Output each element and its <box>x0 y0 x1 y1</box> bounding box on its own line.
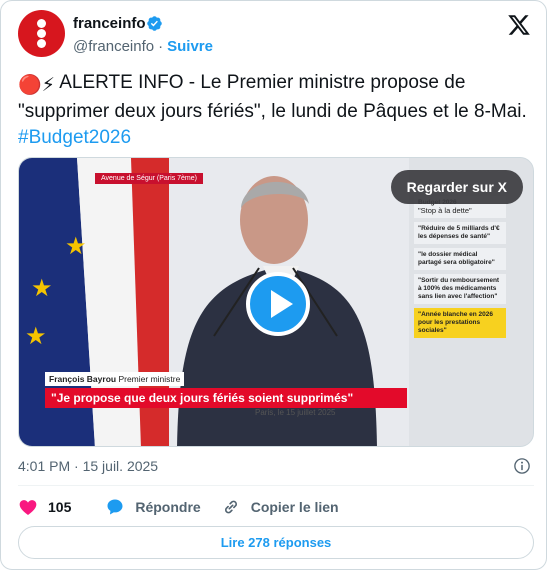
quote-banner: "Je propose que deux jours fériés soient… <box>45 388 407 408</box>
avatar[interactable] <box>18 10 65 57</box>
speaker-caption: François Bayrou Premier ministre <box>45 372 185 386</box>
alert-emoji-icon: 🔴⚡ <box>18 75 55 96</box>
divider <box>18 485 534 486</box>
svg-text:★: ★ <box>65 232 87 260</box>
like-count: 105 <box>48 499 72 515</box>
play-icon <box>271 290 293 318</box>
info-box: "Sortir du remboursement à 100% des médi… <box>414 274 506 304</box>
info-box: "Réduire de 5 milliards d'€ les dépenses… <box>414 222 506 244</box>
watch-on-x-button[interactable]: Regarder sur X <box>390 170 523 204</box>
svg-text:★: ★ <box>31 274 53 302</box>
author-name[interactable]: franceinfo <box>73 15 146 32</box>
reply-bubble-icon <box>107 499 123 515</box>
follow-button[interactable]: Suivre <box>167 38 213 55</box>
info-icon[interactable] <box>513 457 531 475</box>
verified-badge-icon <box>147 16 162 31</box>
svg-text:★: ★ <box>25 322 47 350</box>
info-box-highlight: "Année blanche en 2026 pour les prestati… <box>414 308 506 338</box>
dateline: Paris, le 15 juillet 2025 <box>255 408 336 417</box>
separator: · <box>158 38 164 55</box>
author-handle[interactable]: @franceinfo <box>73 38 154 55</box>
play-button[interactable] <box>246 272 310 336</box>
x-logo-icon[interactable] <box>507 13 531 37</box>
hashtag-link[interactable]: #Budget2026 <box>18 127 131 148</box>
speaker-role: Premier ministre <box>118 374 181 384</box>
copy-link-button[interactable]: Copier le lien <box>221 497 339 517</box>
like-button[interactable]: 105 <box>18 497 71 517</box>
link-icon <box>224 500 237 514</box>
timestamp[interactable]: 4:01 PM · 15 juil. 2025 <box>18 458 158 474</box>
video-media[interactable]: ★ ★ ★ Avenue de Ségur (Paris 7ème) Budge… <box>18 157 534 447</box>
location-tag: Avenue de Ségur (Paris 7ème) <box>95 173 203 184</box>
tweet-text: 🔴⚡ ALERTE INFO - Le Premier ministre pro… <box>18 70 533 151</box>
info-box: "le dossier médical partagé sera obligat… <box>414 248 506 270</box>
reply-button[interactable]: Répondre <box>105 497 201 517</box>
heart-icon <box>19 500 37 515</box>
speaker-name: François Bayrou <box>49 374 117 384</box>
copy-link-label: Copier le lien <box>250 499 339 515</box>
tweet-card: franceinfo @franceinfo · Suivre 🔴⚡ ALERTE … <box>0 0 547 570</box>
read-replies-button[interactable]: Lire 278 réponses <box>18 526 534 559</box>
action-bar: 105 Répondre Copier le lien <box>18 495 359 519</box>
handle-line: @franceinfo · Suivre <box>73 38 213 55</box>
tweet-body: ALERTE INFO - Le Premier ministre propos… <box>18 72 527 122</box>
info-panel: Budget 2026 "Stop à la dette" "Réduire d… <box>414 196 506 342</box>
reply-label: Répondre <box>135 499 201 515</box>
